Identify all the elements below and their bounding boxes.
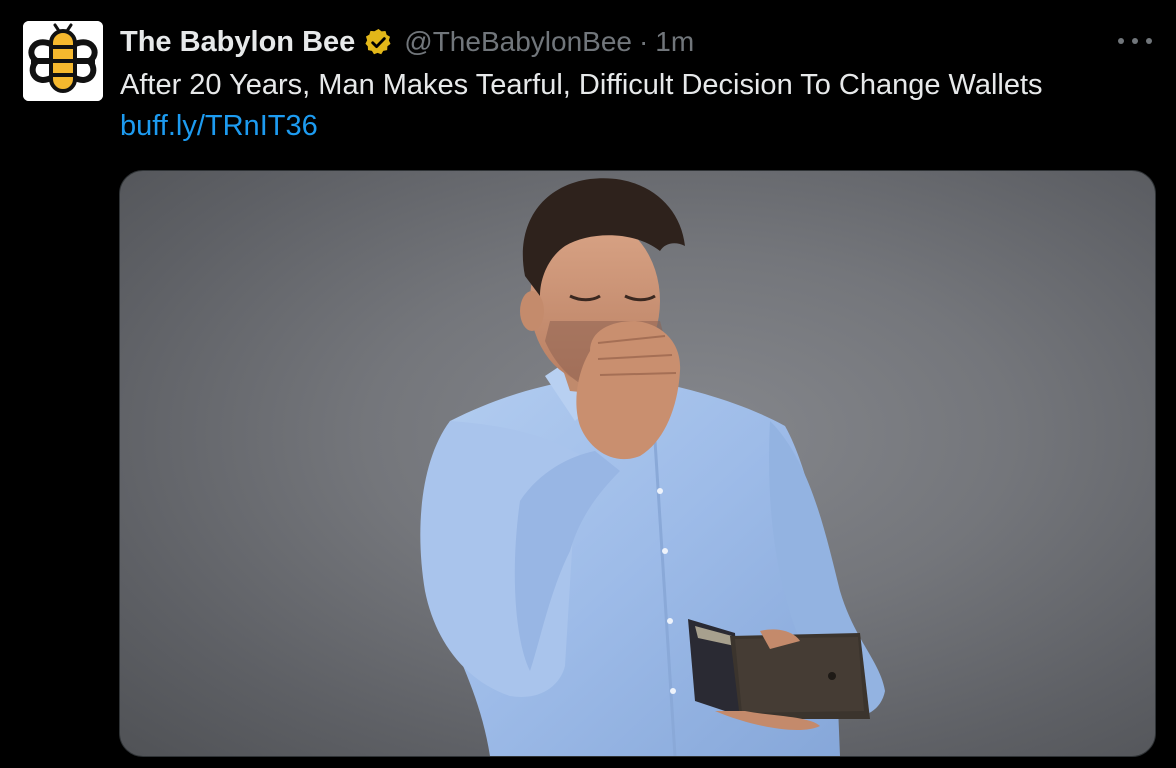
tweet-link[interactable]: buff.ly/TRnIT36 xyxy=(120,105,318,147)
user-handle[interactable]: @TheBabylonBee xyxy=(404,26,632,58)
tweet[interactable]: The Babylon Bee @TheBabylonBee · 1m Afte… xyxy=(0,0,1176,768)
avatar[interactable] xyxy=(23,21,103,101)
tweet-media-photo[interactable] xyxy=(119,170,1156,757)
tweet-header: The Babylon Bee @TheBabylonBee · 1m xyxy=(120,22,694,62)
display-name[interactable]: The Babylon Bee xyxy=(120,26,355,59)
more-horizontal-icon[interactable] xyxy=(1118,30,1152,52)
tweet-text: After 20 Years, Man Makes Tearful, Diffi… xyxy=(120,69,1043,101)
man-with-wallet-photo xyxy=(420,178,885,756)
timestamp[interactable]: 1m xyxy=(655,26,694,58)
babylon-bee-logo-icon xyxy=(23,21,103,101)
gold-verified-icon[interactable] xyxy=(363,27,394,58)
separator-dot: · xyxy=(638,26,649,57)
